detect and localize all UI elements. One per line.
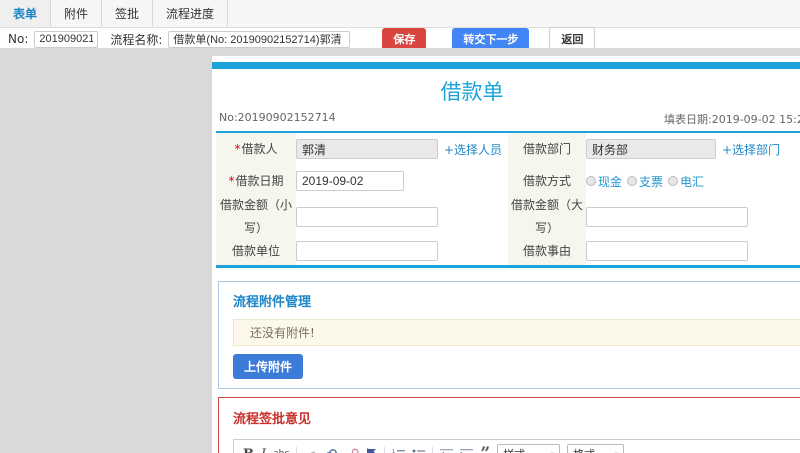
required-mark: * bbox=[228, 173, 235, 188]
radio-wire[interactable]: 电汇 bbox=[668, 173, 704, 190]
no-input[interactable] bbox=[34, 30, 99, 48]
unit-input[interactable] bbox=[296, 241, 438, 261]
tab-approval[interactable]: 签批 bbox=[102, 0, 154, 27]
tab-progress[interactable]: 流程进度 bbox=[153, 0, 229, 27]
italic-icon[interactable]: I bbox=[261, 448, 266, 453]
upload-attachment-button[interactable]: 上传附件 bbox=[233, 354, 304, 379]
no-label: No: bbox=[8, 32, 29, 46]
card-accent-bar bbox=[212, 62, 800, 69]
amount-small-label: 借款金额（小写） bbox=[216, 197, 296, 237]
loan-date-label: *借款日期 bbox=[216, 165, 296, 197]
form-meta-row: No:20190902152714 填表日期:2019-09-02 15:27:… bbox=[212, 109, 800, 126]
format-dropdown[interactable]: 格式▾ bbox=[567, 444, 625, 453]
loan-form-table: *借款人 +选择人员 借款部门 +选择部门 *借款日期 借款方式 现金 支票 电… bbox=[216, 131, 800, 268]
outdent-icon[interactable] bbox=[440, 448, 454, 453]
unit-label: 借款单位 bbox=[216, 237, 296, 265]
amount-big-label: 借款金额（大写） bbox=[508, 197, 586, 237]
top-tab-bar: 表单 附件 签批 流程进度 bbox=[0, 0, 800, 28]
loan-method-cell: 现金 支票 电汇 bbox=[586, 165, 800, 197]
next-step-button[interactable]: 转交下一步 bbox=[452, 28, 530, 50]
save-button[interactable]: 保存 bbox=[382, 28, 427, 50]
form-card: 借款单 No:20190902152714 填表日期:2019-09-02 15… bbox=[212, 56, 800, 453]
radio-icon bbox=[586, 176, 596, 186]
select-dept-link[interactable]: +选择部门 bbox=[722, 141, 780, 158]
approval-section-title: 流程签批意见 bbox=[233, 412, 312, 427]
reason-cell bbox=[586, 237, 800, 265]
approval-section: 流程签批意见 B I abc 12 ” bbox=[218, 397, 800, 453]
toolbar-separator bbox=[384, 446, 386, 453]
action-toolbar: No: 流程名称: 保存 转交下一步 返回 bbox=[0, 27, 800, 51]
strikethrough-icon[interactable]: abc bbox=[273, 449, 289, 453]
amount-small-cell bbox=[296, 197, 508, 237]
rich-text-editor: B I abc 12 ” 样式▾ 格式▾ bbox=[233, 439, 800, 453]
bullet-list-icon[interactable] bbox=[412, 448, 426, 453]
unit-cell bbox=[296, 237, 508, 265]
select-person-link[interactable]: +选择人员 bbox=[444, 141, 502, 158]
borrower-input[interactable] bbox=[296, 139, 438, 159]
bold-icon[interactable]: B bbox=[243, 448, 254, 453]
form-fill-date: 填表日期:2019-09-02 15:27:1 bbox=[664, 113, 800, 126]
indent-icon[interactable] bbox=[460, 448, 474, 453]
numbered-list-icon[interactable]: 12 bbox=[392, 448, 406, 453]
loan-date-cell bbox=[296, 165, 508, 197]
amount-small-input[interactable] bbox=[296, 207, 438, 227]
blockquote-icon[interactable]: ” bbox=[480, 445, 490, 453]
attachments-section-title: 流程附件管理 bbox=[233, 295, 312, 310]
reason-label: 借款事由 bbox=[508, 237, 586, 265]
page-background: 借款单 No:20190902152714 填表日期:2019-09-02 15… bbox=[0, 48, 800, 453]
tab-attachments[interactable]: 附件 bbox=[51, 0, 103, 27]
borrower-cell: +选择人员 bbox=[296, 133, 508, 165]
radio-icon bbox=[627, 176, 638, 186]
borrower-label: *借款人 bbox=[216, 133, 296, 165]
amount-big-input[interactable] bbox=[586, 207, 748, 227]
remove-format-icon[interactable] bbox=[304, 448, 317, 453]
required-mark: * bbox=[234, 141, 241, 156]
no-attachment-message: 还没有附件! bbox=[233, 319, 800, 346]
tab-form[interactable]: 表单 bbox=[0, 0, 52, 27]
reason-input[interactable] bbox=[586, 241, 748, 261]
process-name-input[interactable] bbox=[168, 30, 351, 48]
loan-date-input[interactable] bbox=[296, 171, 404, 191]
styles-dropdown[interactable]: 样式▾ bbox=[497, 444, 561, 453]
dept-cell: +选择部门 bbox=[586, 133, 800, 165]
page-title: 借款单 bbox=[440, 80, 504, 104]
amount-big-cell bbox=[586, 197, 800, 237]
process-name-label: 流程名称: bbox=[110, 32, 163, 47]
link-icon[interactable] bbox=[324, 448, 338, 453]
radio-cheque[interactable]: 支票 bbox=[627, 173, 663, 190]
form-number: No:20190902152714 bbox=[219, 111, 336, 124]
toolbar-separator bbox=[432, 446, 434, 453]
loan-method-label: 借款方式 bbox=[508, 165, 586, 197]
svg-text:1: 1 bbox=[392, 449, 395, 453]
radio-icon bbox=[668, 176, 679, 186]
dept-input[interactable] bbox=[586, 139, 716, 159]
dept-label: 借款部门 bbox=[508, 133, 586, 165]
attachments-section: 流程附件管理 还没有附件! 上传附件 bbox=[218, 281, 800, 389]
radio-cash[interactable]: 现金 bbox=[586, 173, 622, 190]
chevron-down-icon: ▾ bbox=[550, 450, 554, 453]
chevron-down-icon: ▾ bbox=[614, 450, 618, 453]
editor-toolbar: B I abc 12 ” 样式▾ 格式▾ bbox=[234, 440, 800, 453]
unlink-icon[interactable] bbox=[345, 448, 359, 453]
loan-method-radios: 现金 支票 电汇 bbox=[586, 173, 704, 190]
anchor-flag-icon[interactable] bbox=[366, 448, 377, 453]
toolbar-separator bbox=[296, 446, 298, 453]
